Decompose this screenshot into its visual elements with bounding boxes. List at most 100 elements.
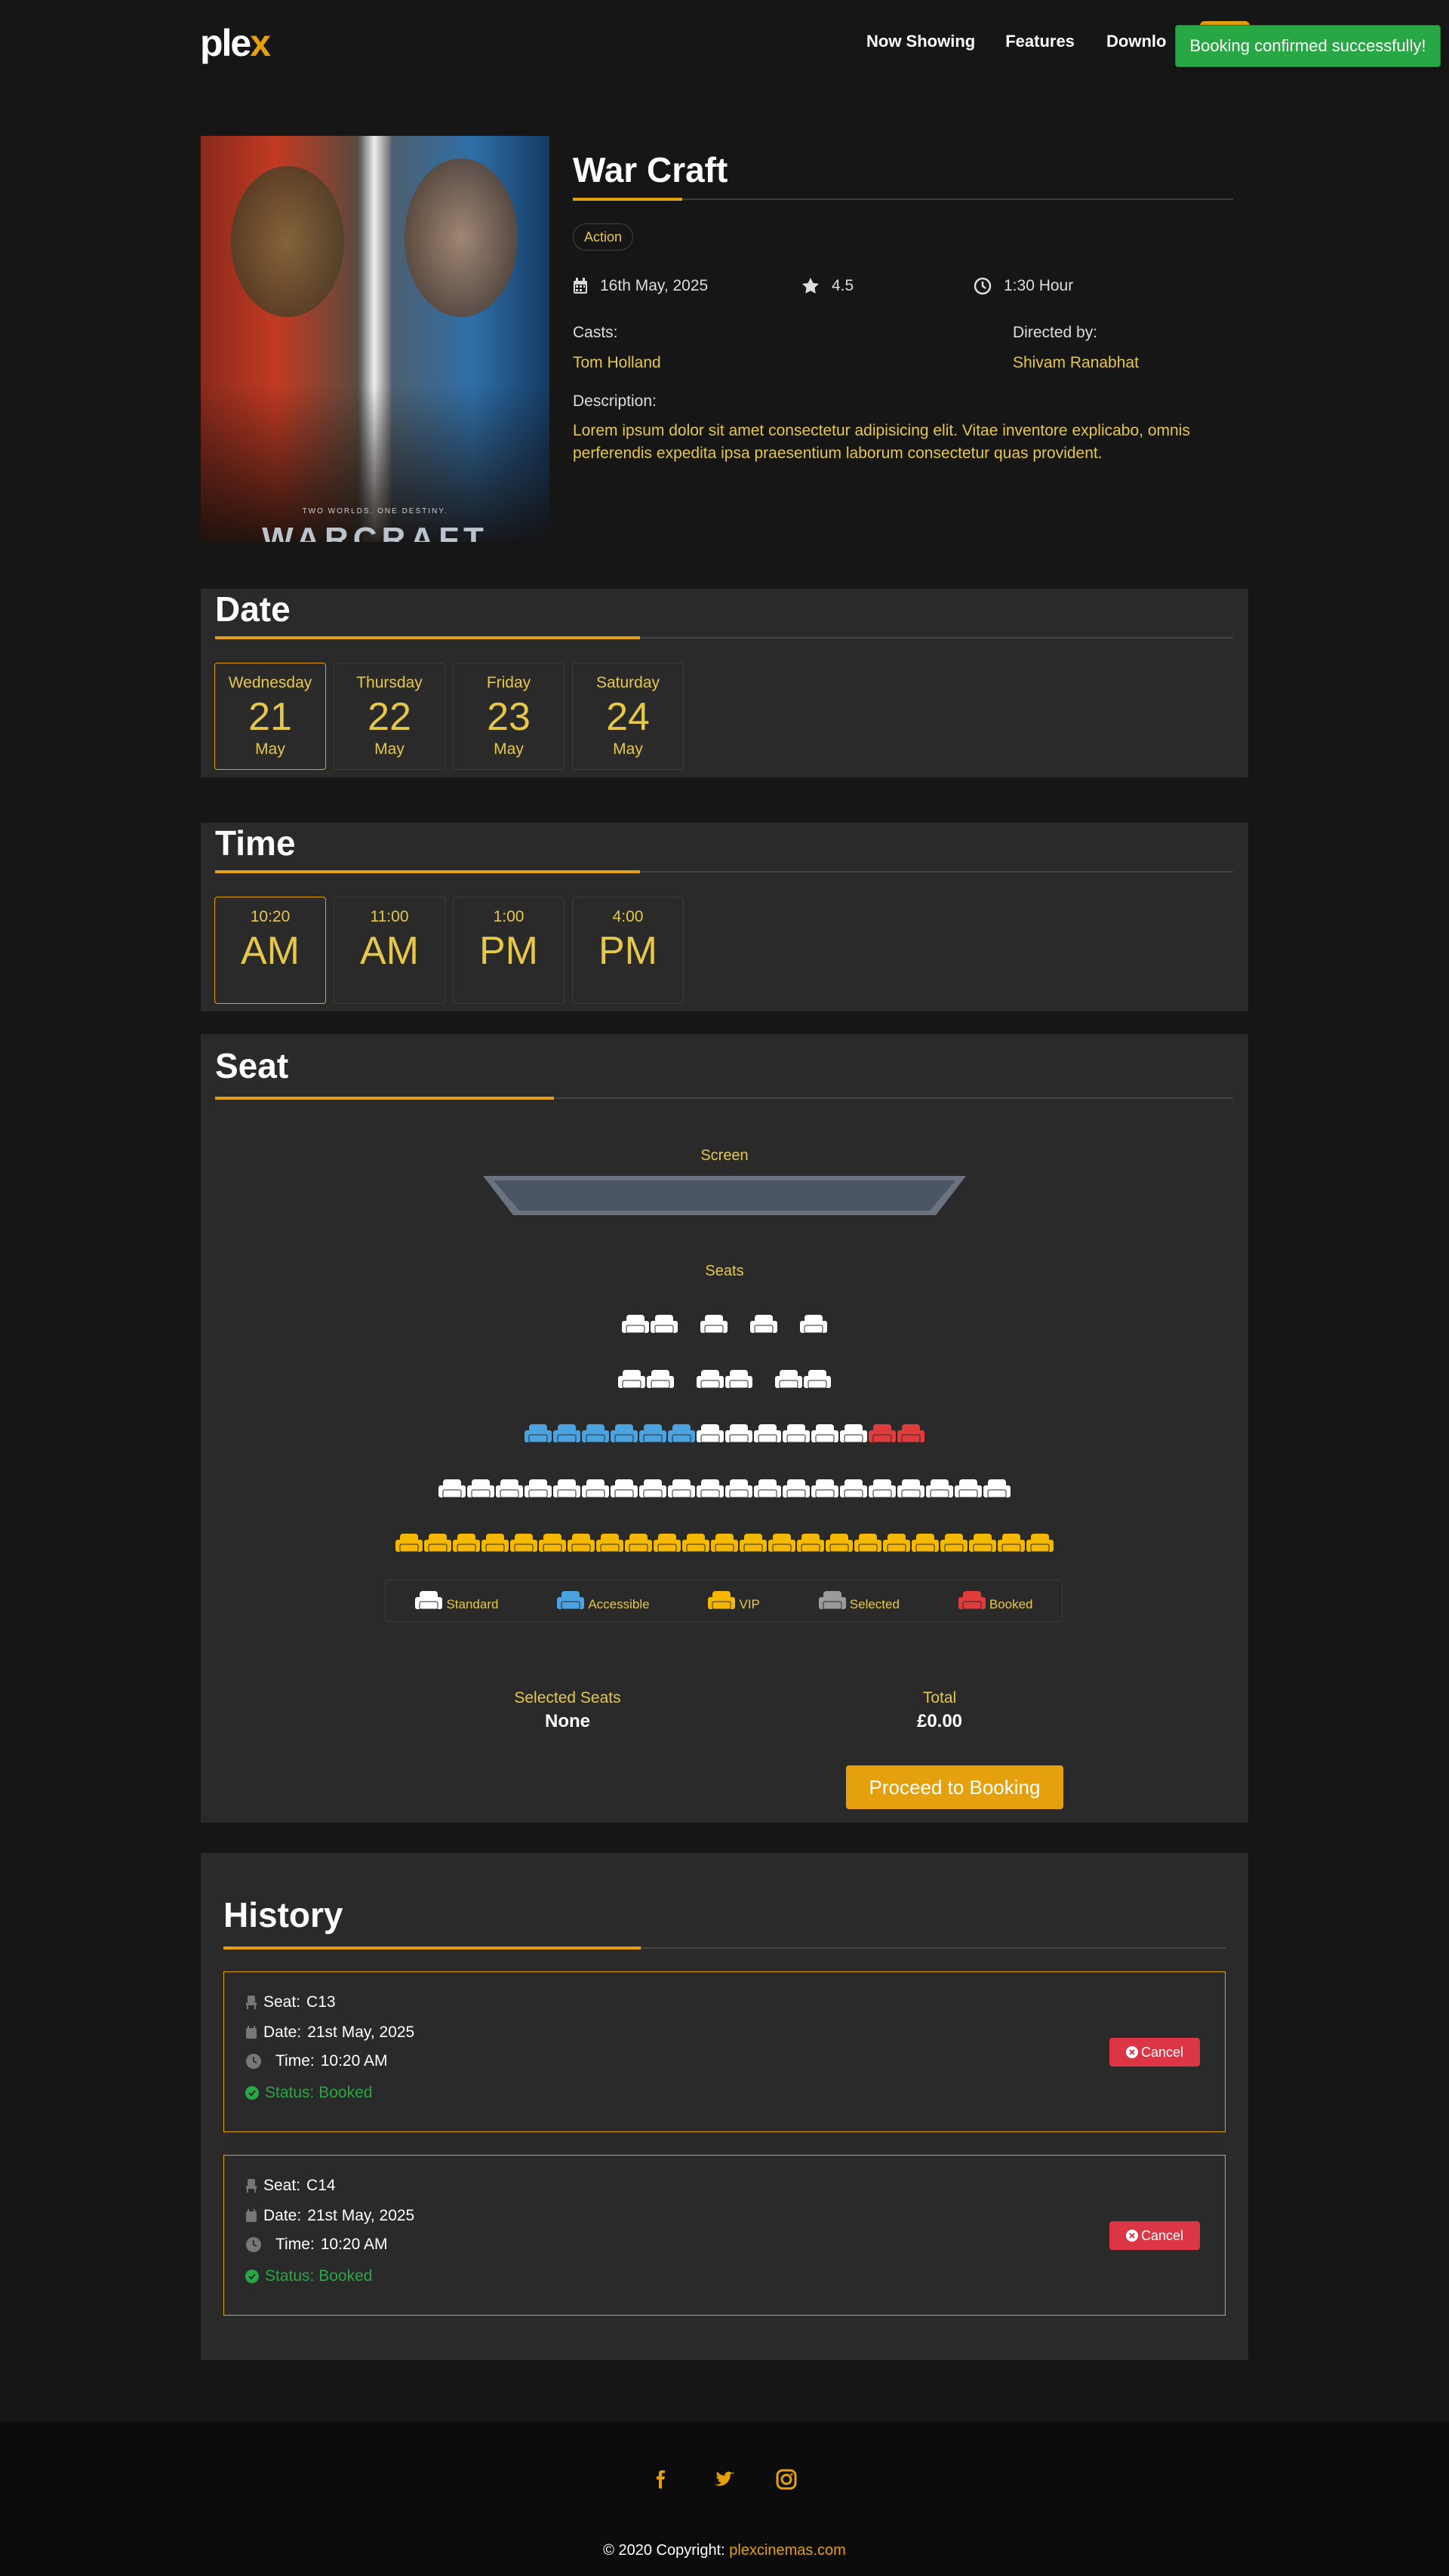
vip-seat[interactable] bbox=[796, 1532, 825, 1555]
proceed-to-booking-button[interactable]: Proceed to Booking bbox=[846, 1765, 1063, 1809]
standard-seat[interactable] bbox=[696, 1423, 724, 1445]
total-label: Total bbox=[922, 1689, 957, 1707]
standard-seat[interactable] bbox=[782, 1423, 811, 1445]
accessible-seat[interactable] bbox=[610, 1423, 638, 1445]
accessible-seat[interactable] bbox=[581, 1423, 610, 1445]
vip-seat[interactable] bbox=[911, 1532, 940, 1555]
standard-seat[interactable] bbox=[621, 1313, 650, 1336]
vip-seat[interactable] bbox=[624, 1532, 653, 1555]
standard-seat[interactable] bbox=[495, 1478, 524, 1500]
vip-seat[interactable] bbox=[997, 1532, 1026, 1555]
standard-seat[interactable] bbox=[646, 1368, 675, 1391]
history-seat: Seat: C14 bbox=[245, 2177, 336, 2195]
vip-seat[interactable] bbox=[653, 1532, 681, 1555]
vip-seat[interactable] bbox=[595, 1532, 624, 1555]
clock-icon bbox=[246, 2237, 261, 2252]
seat-row bbox=[201, 1313, 1248, 1336]
standard-seat[interactable] bbox=[466, 1478, 495, 1500]
standard-seat[interactable] bbox=[868, 1478, 897, 1500]
standard-seat[interactable] bbox=[724, 1423, 753, 1445]
vip-seat[interactable] bbox=[968, 1532, 997, 1555]
standard-seat[interactable] bbox=[749, 1313, 778, 1336]
legend-label: Accessible bbox=[588, 1597, 650, 1611]
standard-seat[interactable] bbox=[650, 1313, 678, 1336]
standard-seat[interactable] bbox=[617, 1368, 646, 1391]
accessible-seat[interactable] bbox=[524, 1423, 552, 1445]
standard-seat[interactable] bbox=[753, 1423, 782, 1445]
directed-label: Directed by: bbox=[1013, 324, 1098, 341]
standard-seat[interactable] bbox=[954, 1478, 983, 1500]
standard-seat[interactable] bbox=[774, 1368, 803, 1391]
history-date: Date: 21st May, 2025 bbox=[245, 2024, 414, 2042]
standard-seat[interactable] bbox=[667, 1478, 696, 1500]
standard-seat[interactable] bbox=[799, 1313, 828, 1336]
accessible-seat[interactable] bbox=[667, 1423, 696, 1445]
standard-seat[interactable] bbox=[438, 1478, 466, 1500]
standard-seat[interactable] bbox=[803, 1368, 832, 1391]
standard-seat[interactable] bbox=[839, 1423, 868, 1445]
plex-logo[interactable]: plex bbox=[200, 21, 271, 65]
vip-seat[interactable] bbox=[681, 1532, 710, 1555]
nav-now-showing[interactable]: Now Showing bbox=[866, 32, 975, 51]
standard-seat[interactable] bbox=[753, 1478, 782, 1500]
vip-seat[interactable] bbox=[825, 1532, 854, 1555]
standard-seat[interactable] bbox=[897, 1478, 925, 1500]
cancel-booking-button[interactable]: Cancel bbox=[1109, 2221, 1200, 2250]
standard-seat[interactable] bbox=[700, 1313, 728, 1336]
vip-seat[interactable] bbox=[882, 1532, 911, 1555]
instagram-icon[interactable] bbox=[775, 2467, 798, 2491]
vip-seat[interactable] bbox=[481, 1532, 509, 1555]
seat-row bbox=[201, 1532, 1248, 1555]
date-card[interactable]: Friday 23 May bbox=[453, 663, 565, 770]
nav-download[interactable]: Download bbox=[1106, 32, 1167, 51]
standard-seat[interactable] bbox=[696, 1478, 724, 1500]
standard-seat[interactable] bbox=[610, 1478, 638, 1500]
vip-seat[interactable] bbox=[395, 1532, 423, 1555]
standard-seat[interactable] bbox=[925, 1478, 954, 1500]
accessible-seat[interactable] bbox=[638, 1423, 667, 1445]
standard-seat[interactable] bbox=[552, 1478, 581, 1500]
standard-seat[interactable] bbox=[724, 1368, 753, 1391]
date-card[interactable]: Thursday 22 May bbox=[334, 663, 445, 770]
vip-seat[interactable] bbox=[710, 1532, 739, 1555]
vip-seat[interactable] bbox=[940, 1532, 968, 1555]
standard-seat[interactable] bbox=[983, 1478, 1011, 1500]
standard-seat[interactable] bbox=[782, 1478, 811, 1500]
rating-text: 4.5 bbox=[832, 277, 854, 294]
release-date-text: 16th May, 2025 bbox=[600, 277, 709, 294]
vip-seat[interactable] bbox=[423, 1532, 452, 1555]
standard-seat[interactable] bbox=[811, 1423, 839, 1445]
standard-seat[interactable] bbox=[839, 1478, 868, 1500]
vip-seat[interactable] bbox=[452, 1532, 481, 1555]
star-icon bbox=[802, 278, 819, 294]
standard-seat[interactable] bbox=[696, 1368, 724, 1391]
vip-seat[interactable] bbox=[854, 1532, 882, 1555]
time-card[interactable]: 11:00 AM bbox=[334, 897, 445, 1004]
vip-seat[interactable] bbox=[768, 1532, 796, 1555]
date-card[interactable]: Wednesday 21 May bbox=[214, 663, 326, 770]
poster-orc-face bbox=[231, 166, 344, 317]
cancel-booking-button[interactable]: Cancel bbox=[1109, 2038, 1200, 2067]
footer-site-link[interactable]: plexcinemas.com bbox=[729, 2542, 846, 2559]
vip-seat[interactable] bbox=[509, 1532, 538, 1555]
vip-seat[interactable] bbox=[567, 1532, 595, 1555]
copyright: © 2020 Copyright: plexcinemas.com bbox=[603, 2542, 846, 2559]
aisle-gap bbox=[778, 1313, 799, 1336]
twitter-icon[interactable] bbox=[712, 2467, 736, 2491]
standard-seat[interactable] bbox=[581, 1478, 610, 1500]
standard-seat[interactable] bbox=[638, 1478, 667, 1500]
facebook-icon[interactable] bbox=[651, 2467, 672, 2491]
standard-seat[interactable] bbox=[811, 1478, 839, 1500]
standard-seat[interactable] bbox=[724, 1478, 753, 1500]
casts-value: Tom Holland bbox=[573, 354, 661, 371]
time-card[interactable]: 10:20 AM bbox=[214, 897, 326, 1004]
date-card[interactable]: Saturday 24 May bbox=[572, 663, 684, 770]
time-card[interactable]: 1:00 PM bbox=[453, 897, 565, 1004]
time-card[interactable]: 4:00 PM bbox=[572, 897, 684, 1004]
vip-seat[interactable] bbox=[739, 1532, 768, 1555]
vip-seat[interactable] bbox=[538, 1532, 567, 1555]
vip-seat[interactable] bbox=[1026, 1532, 1054, 1555]
nav-features[interactable]: Features bbox=[1005, 32, 1075, 51]
accessible-seat[interactable] bbox=[552, 1423, 581, 1445]
standard-seat[interactable] bbox=[524, 1478, 552, 1500]
